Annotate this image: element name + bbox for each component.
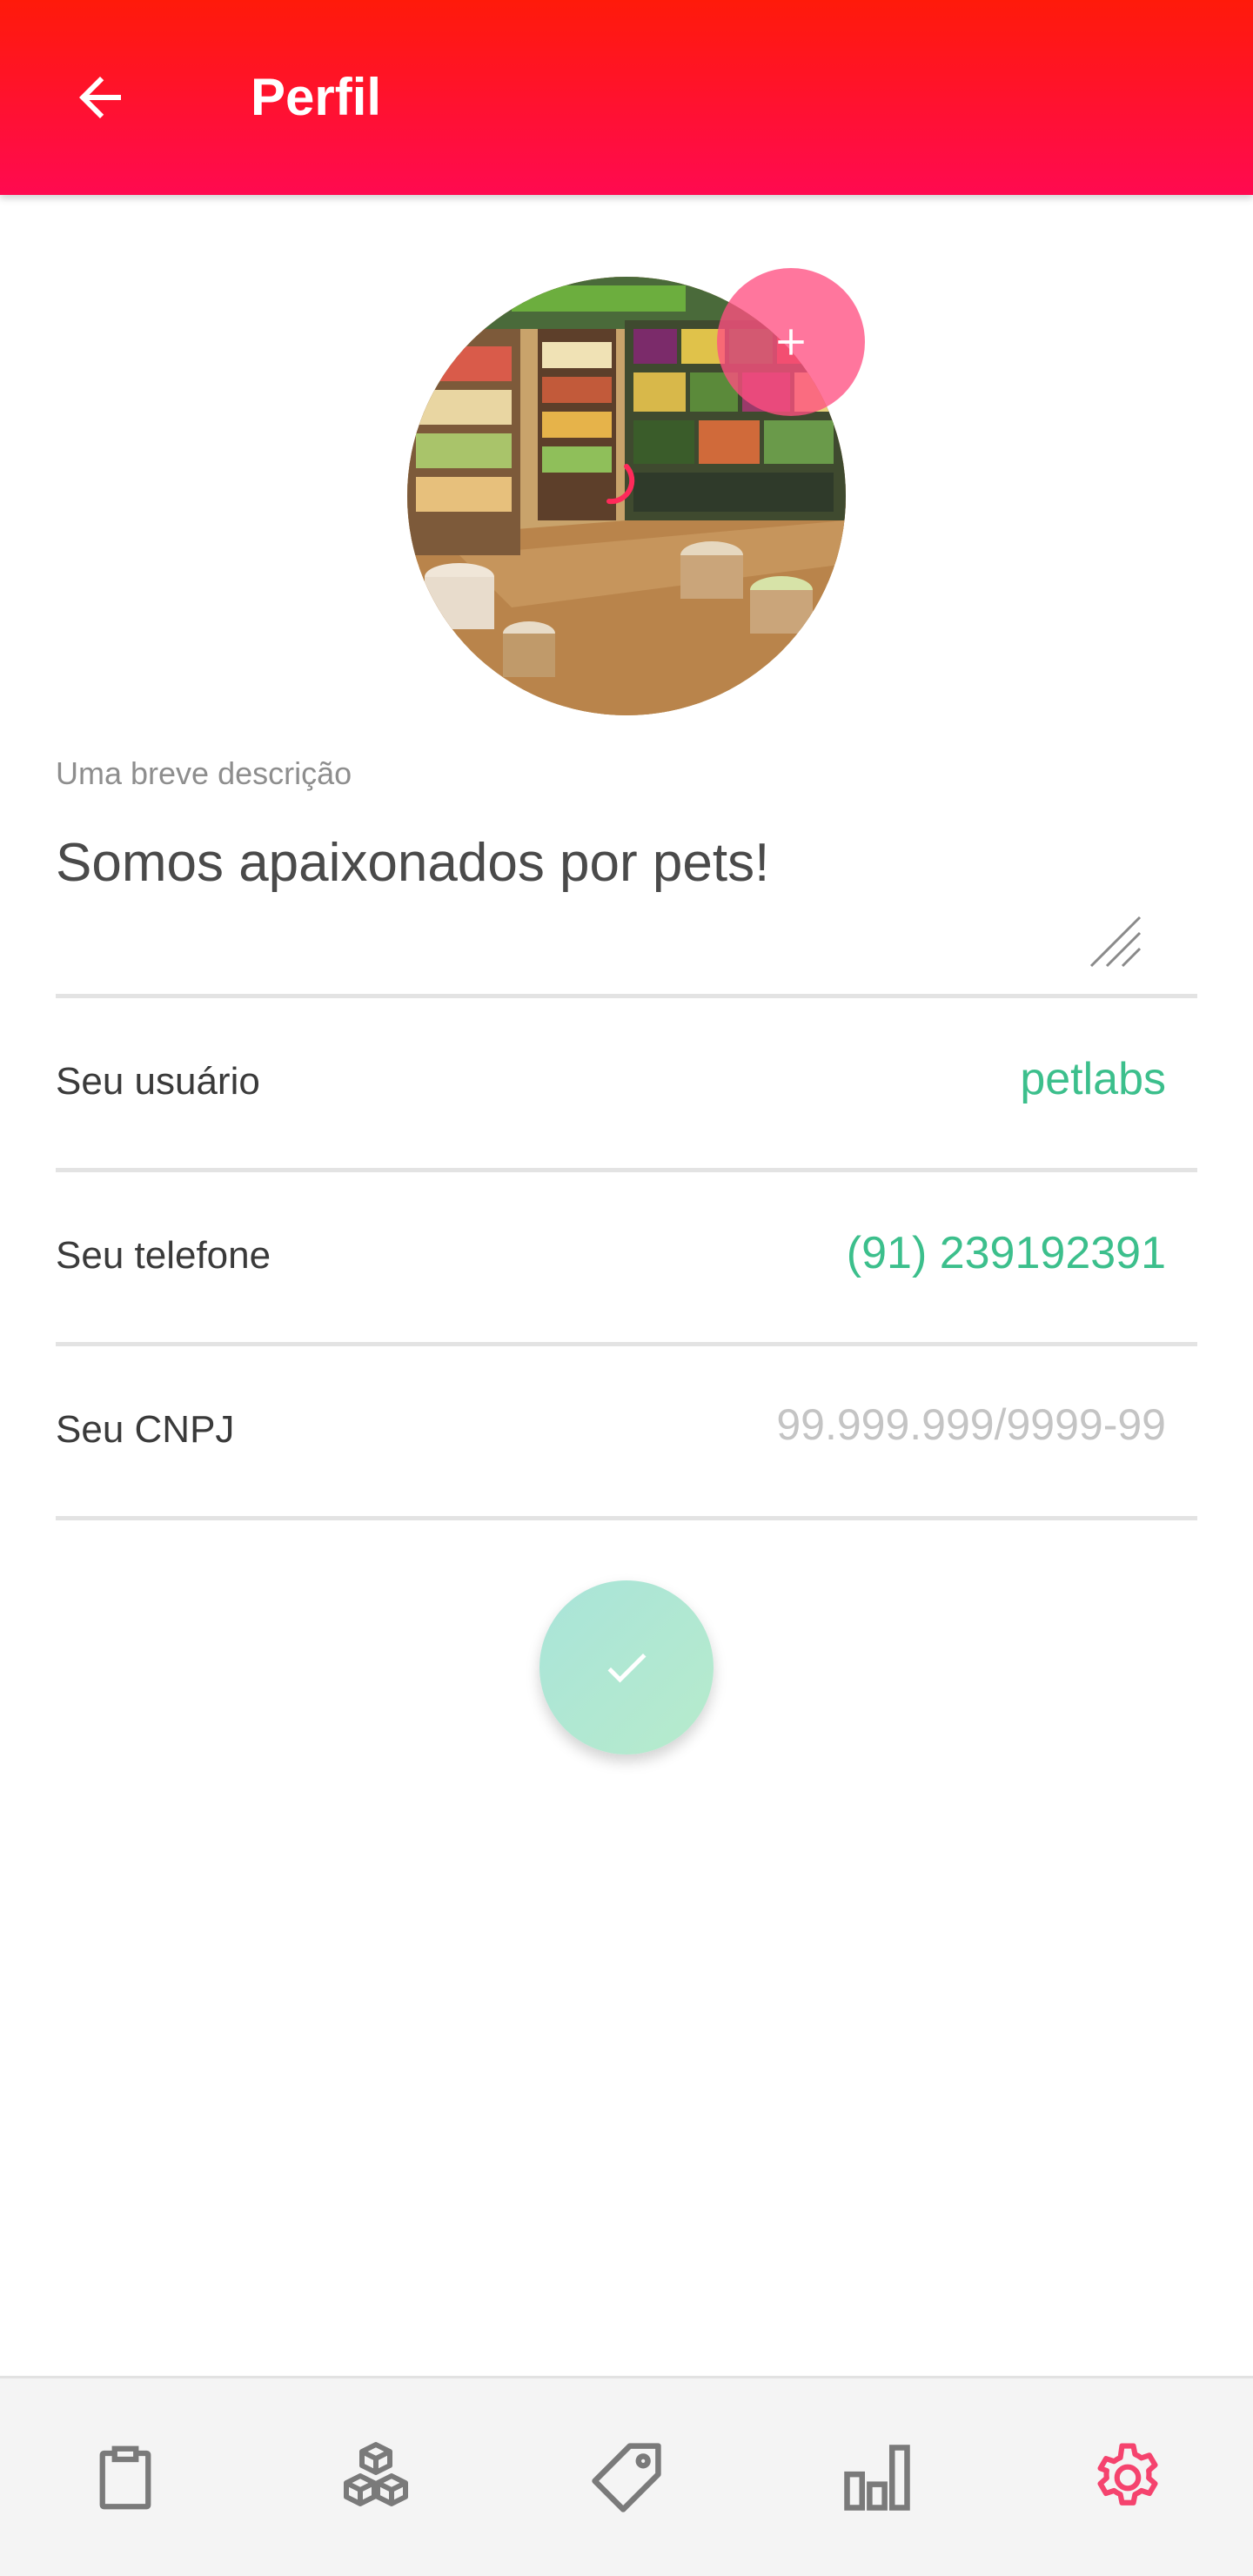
nav-item-reports[interactable] (816, 2417, 938, 2539)
cnpj-label: Seu CNPJ (56, 1408, 235, 1451)
nav-item-products[interactable] (315, 2417, 437, 2539)
username-field[interactable]: petlabs (1020, 1053, 1166, 1105)
bar-chart-icon (844, 2444, 910, 2511)
phone-field[interactable]: (91) 239192391 (847, 1227, 1166, 1279)
loading-spinner-icon (606, 464, 635, 505)
description-label: Uma breve descrição (56, 755, 352, 791)
tag-icon (592, 2442, 661, 2512)
bottom-navigation (0, 2376, 1253, 2576)
username-label: Seu usuário (56, 1060, 260, 1103)
cnpj-underline (56, 1516, 1197, 1520)
check-icon (607, 1654, 647, 1683)
cnpj-input[interactable] (696, 1399, 1166, 1450)
nav-item-promotions[interactable] (566, 2417, 687, 2539)
clipboard-icon (99, 2445, 151, 2509)
plus-icon (778, 329, 804, 355)
gear-icon (1097, 2443, 1158, 2506)
page-title: Perfil (251, 68, 382, 126)
nav-item-settings[interactable] (1067, 2417, 1189, 2539)
app-bar: Perfil (0, 0, 1253, 195)
profile-photo-container (407, 268, 865, 715)
description-underline (56, 994, 1197, 998)
arrow-left-icon (79, 77, 121, 118)
phone-label: Seu telefone (56, 1234, 271, 1277)
nav-item-orders[interactable] (64, 2417, 186, 2539)
back-button[interactable] (52, 54, 148, 141)
description-textarea[interactable]: Somos apaixonados por pets! (56, 832, 769, 894)
username-underline (56, 1168, 1197, 1172)
save-button[interactable] (539, 1580, 714, 1754)
add-photo-button[interactable] (717, 268, 865, 416)
phone-underline (56, 1342, 1197, 1346)
resize-handle-icon[interactable] (1088, 914, 1143, 969)
boxes-icon (344, 2441, 408, 2506)
